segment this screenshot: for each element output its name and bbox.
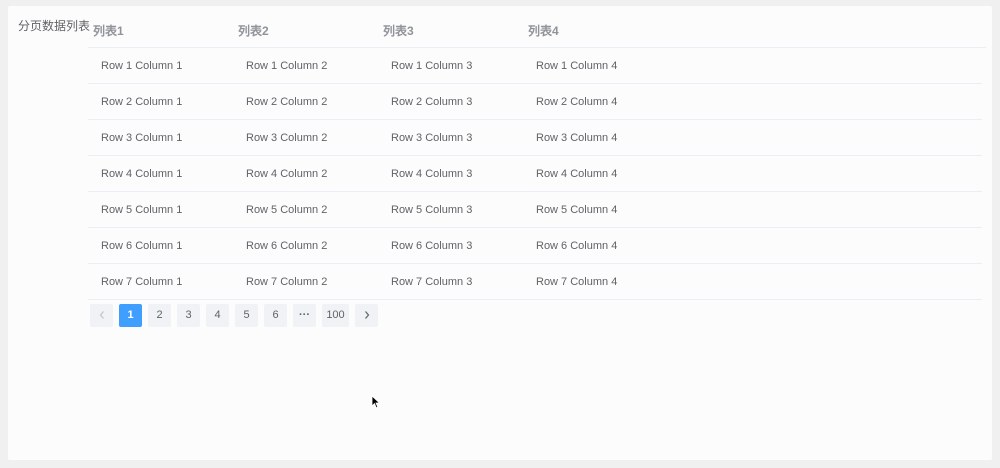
column-header: 列表3: [383, 24, 414, 38]
column-header: 列表2: [238, 24, 269, 38]
table-cell: Row 5 Column 2: [246, 203, 328, 216]
table-cell: Row 4 Column 2: [246, 167, 328, 180]
table-cell: Row 6 Column 4: [536, 239, 618, 252]
table-header: 列表1 列表2 列表3 列表4: [88, 14, 986, 48]
table-cell: Row 7 Column 4: [536, 275, 618, 288]
table-cell: Row 2 Column 1: [101, 95, 183, 108]
chevron-left-icon: [99, 311, 104, 319]
table-row: Row 7 Column 1 Row 7 Column 2 Row 7 Colu…: [88, 264, 982, 300]
list-card: 分页数据列表 列表1 列表2 列表3 列表4 Row 1 Column 1 Ro…: [8, 6, 992, 460]
table-cell: Row 5 Column 3: [391, 203, 473, 216]
page-button-5[interactable]: 5: [235, 304, 258, 327]
table-cell: Row 5 Column 1: [101, 203, 183, 216]
page-button-2[interactable]: 2: [148, 304, 171, 327]
table-cell: Row 2 Column 2: [246, 95, 328, 108]
column-header: 列表1: [93, 24, 124, 38]
table-row: Row 6 Column 1 Row 6 Column 2 Row 6 Colu…: [88, 228, 982, 264]
table-cell: Row 7 Column 3: [391, 275, 473, 288]
chevron-right-icon: [364, 311, 369, 319]
page-button-3[interactable]: 3: [177, 304, 200, 327]
table-cell: Row 3 Column 2: [246, 131, 328, 144]
page-button-4[interactable]: 4: [206, 304, 229, 327]
table-cell: Row 7 Column 2: [246, 275, 328, 288]
table-row: Row 5 Column 1 Row 5 Column 2 Row 5 Colu…: [88, 192, 982, 228]
table-cell: Row 6 Column 1: [101, 239, 183, 252]
table-cell: Row 6 Column 2: [246, 239, 328, 252]
table-cell: Row 1 Column 2: [246, 59, 328, 72]
table-cell: Row 6 Column 3: [391, 239, 473, 252]
page-button-1[interactable]: 1: [119, 304, 142, 327]
table-cell: Row 5 Column 4: [536, 203, 618, 216]
pagination: 1 2 3 4 5 6 ··· 100: [90, 304, 378, 327]
table-cell: Row 3 Column 3: [391, 131, 473, 144]
mouse-cursor-icon: [371, 395, 381, 409]
panel-label: 分页数据列表: [18, 19, 91, 33]
table-cell: Row 1 Column 1: [101, 59, 183, 72]
table-cell: Row 2 Column 3: [391, 95, 473, 108]
table-row: Row 3 Column 1 Row 3 Column 2 Row 3 Colu…: [88, 120, 982, 156]
table-row: Row 2 Column 1 Row 2 Column 2 Row 2 Colu…: [88, 84, 982, 120]
more-pages-ellipsis[interactable]: ···: [293, 304, 316, 327]
column-header: 列表4: [528, 24, 559, 38]
data-table: 列表1 列表2 列表3 列表4 Row 1 Column 1 Row 1 Col…: [88, 14, 986, 300]
table-cell: Row 7 Column 1: [101, 275, 183, 288]
page-button-6[interactable]: 6: [264, 304, 287, 327]
table-cell: Row 2 Column 4: [536, 95, 618, 108]
table-cell: Row 1 Column 4: [536, 59, 618, 72]
page-button-100[interactable]: 100: [322, 304, 349, 327]
table-cell: Row 3 Column 1: [101, 131, 183, 144]
table-row: Row 4 Column 1 Row 4 Column 2 Row 4 Colu…: [88, 156, 982, 192]
prev-page-button[interactable]: [90, 304, 113, 327]
table-cell: Row 4 Column 4: [536, 167, 618, 180]
next-page-button[interactable]: [355, 304, 378, 327]
table-row: Row 1 Column 1 Row 1 Column 2 Row 1 Colu…: [88, 48, 982, 84]
table-cell: Row 1 Column 3: [391, 59, 473, 72]
table-cell: Row 4 Column 3: [391, 167, 473, 180]
table-cell: Row 4 Column 1: [101, 167, 183, 180]
table-cell: Row 3 Column 4: [536, 131, 618, 144]
